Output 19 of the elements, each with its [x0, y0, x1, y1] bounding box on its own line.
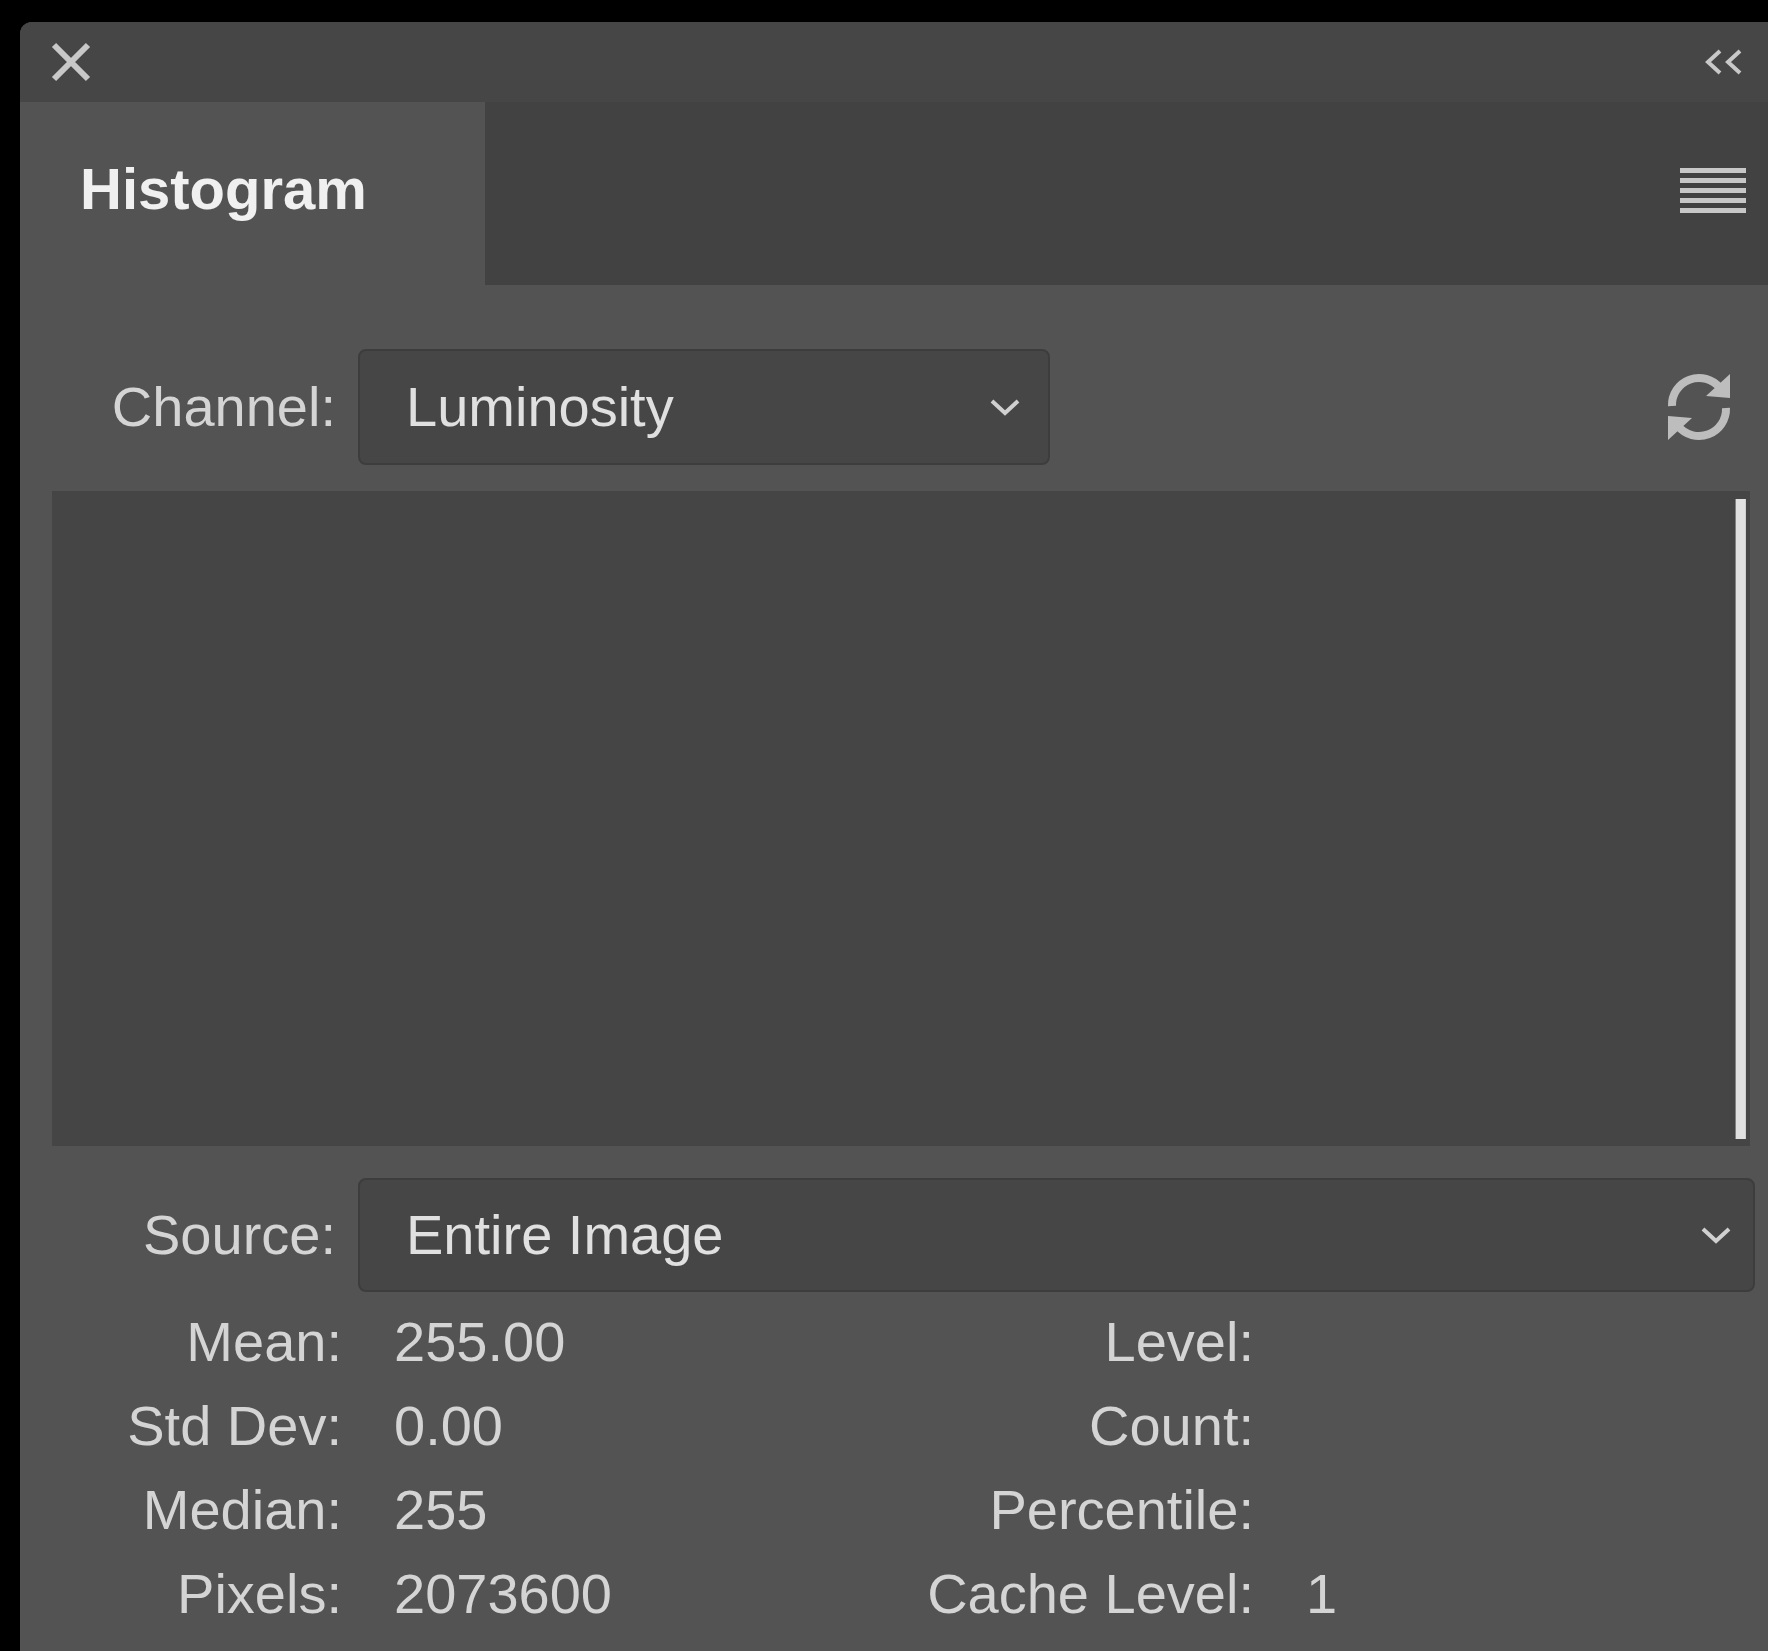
- stat-label: Cache Level:: [926, 1561, 1254, 1627]
- stat-label: Std Dev:: [126, 1393, 342, 1459]
- channel-label: Channel:: [110, 374, 337, 440]
- panel-tab[interactable]: Histogram: [20, 102, 485, 285]
- stat-value: 2073600: [394, 1561, 612, 1627]
- stat-value: 1: [1306, 1561, 1338, 1627]
- stat-label: Mean:: [185, 1309, 342, 1375]
- stat-value: 255.00: [394, 1309, 566, 1375]
- source-dropdown[interactable]: Entire Image: [358, 1178, 1755, 1292]
- stat-label: Median:: [141, 1477, 342, 1543]
- stat-value: 0.00: [394, 1393, 503, 1459]
- source-label: Source:: [142, 1202, 337, 1268]
- stat-value: 255: [394, 1477, 488, 1543]
- stat-label: Percentile:: [988, 1477, 1254, 1543]
- stat-label: Count:: [1088, 1393, 1254, 1459]
- stat-label: Level:: [1103, 1309, 1254, 1375]
- channel-dropdown[interactable]: Luminosity: [358, 349, 1050, 465]
- stat-label: Pixels:: [176, 1561, 342, 1627]
- close-icon[interactable]: [50, 41, 92, 83]
